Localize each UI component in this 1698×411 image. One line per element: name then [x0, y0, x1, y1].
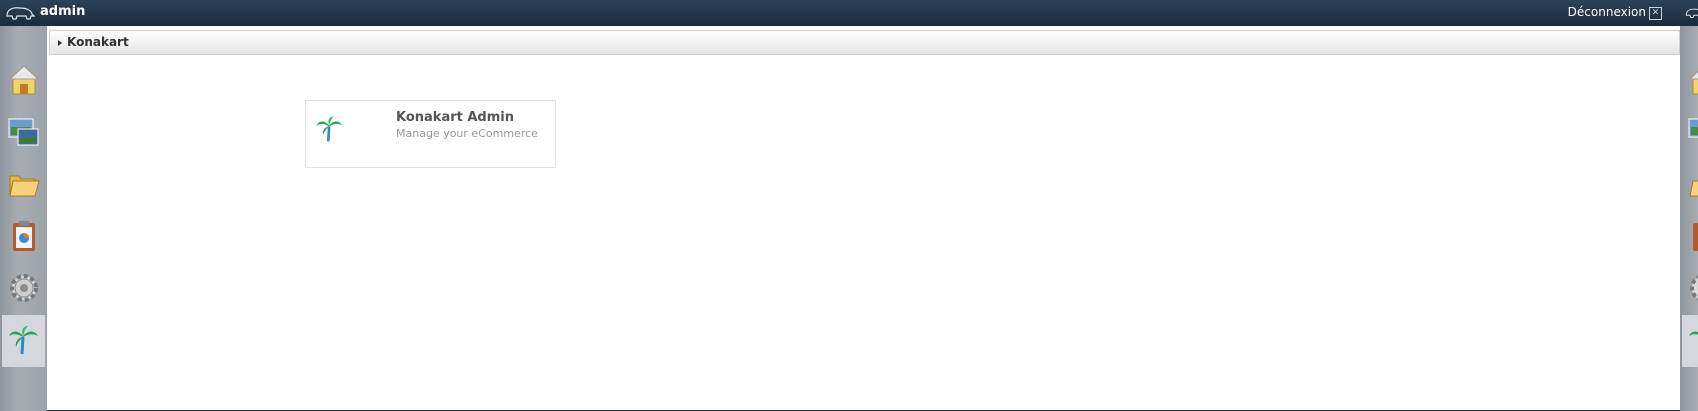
dock-item-documents[interactable]: [1682, 159, 1698, 211]
sites-icon: [1688, 118, 1698, 138]
dock-item-konakart[interactable]: [2, 315, 45, 367]
dock-item-reports[interactable]: [2, 211, 45, 263]
folder-icon: [1689, 180, 1698, 197]
palm-tree-icon: [9, 326, 38, 355]
clipboard-chart-icon: [1693, 223, 1698, 251]
konakart-admin-tile[interactable]: Konakart Admin Manage your eCommerce: [305, 100, 556, 168]
dock-item-documents[interactable]: [2, 159, 45, 211]
expand-triangle-icon[interactable]: [58, 40, 62, 46]
top-bar: admin Déconnexion ✕: [0, 0, 1698, 26]
left-dock: [0, 26, 47, 411]
dock-item-konakart[interactable]: [1682, 315, 1698, 367]
sites-icon: [8, 118, 39, 146]
dock-item-home[interactable]: [1682, 55, 1698, 107]
right-dock: [1680, 26, 1698, 411]
tile-title: Konakart Admin: [396, 110, 514, 125]
gear-icon: [10, 274, 38, 302]
breadcrumb: Konakart: [49, 30, 1680, 55]
main-content: Konakart Konakart Admin Manage your eCom…: [47, 26, 1680, 410]
breadcrumb-item[interactable]: Konakart: [67, 35, 129, 49]
palm-tree-icon: [316, 116, 343, 142]
gear-icon: [1690, 275, 1698, 301]
current-user: admin: [40, 4, 86, 19]
folder-icon: [9, 175, 40, 197]
house-icon: [1688, 70, 1698, 95]
palm-tree-icon: [1689, 331, 1698, 336]
dock-item-settings[interactable]: [1682, 263, 1698, 315]
elephant-logo-icon: [6, 7, 36, 20]
dock-item-home[interactable]: [2, 55, 45, 107]
elephant-logo-icon: [1685, 8, 1698, 18]
logout-link[interactable]: Déconnexion: [1568, 5, 1646, 19]
dock-item-sites[interactable]: [2, 107, 45, 159]
close-box-icon[interactable]: ✕: [1649, 7, 1662, 20]
dock-item-sites[interactable]: [1682, 107, 1698, 159]
house-icon: [8, 65, 40, 95]
dock-item-reports[interactable]: [1682, 211, 1698, 263]
clipboard-chart-icon: [13, 221, 35, 251]
tile-subtitle: Manage your eCommerce: [396, 127, 538, 140]
dock-item-settings[interactable]: [2, 263, 45, 315]
